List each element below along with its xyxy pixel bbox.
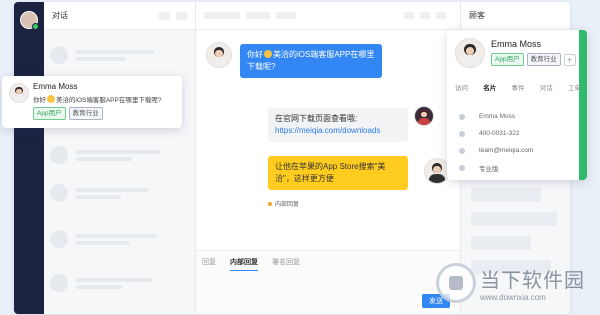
customer-avatar bbox=[455, 38, 485, 68]
list-item[interactable] bbox=[50, 270, 188, 296]
watermark: 当下软件园 www.downxia.com bbox=[436, 258, 596, 308]
smile-emoji-icon bbox=[264, 50, 272, 58]
phone-icon bbox=[457, 129, 467, 139]
field-name: Emma Moss bbox=[457, 108, 577, 125]
smile-emoji-icon bbox=[47, 95, 55, 103]
customer-panel-title: 顾客 bbox=[469, 11, 485, 20]
customer-avatar bbox=[206, 42, 232, 68]
avatar bbox=[50, 146, 68, 164]
left-nav-rail bbox=[14, 2, 44, 314]
tab-internal-reply[interactable]: 内部回复 bbox=[230, 257, 258, 271]
list-item[interactable] bbox=[50, 180, 188, 206]
internal-note-label: 内部回复 bbox=[268, 199, 299, 208]
agent-avatar[interactable] bbox=[20, 11, 39, 30]
chat-header bbox=[196, 2, 460, 30]
field-phone: 400-0031-322 bbox=[457, 125, 577, 142]
tag-icon bbox=[457, 163, 467, 173]
tag-app-user: App用户 bbox=[33, 107, 66, 120]
field-plan: 专业版 bbox=[457, 159, 577, 176]
list-item[interactable] bbox=[50, 142, 188, 168]
message-text: 在官网下载页面查看哦: bbox=[275, 114, 358, 123]
avatar bbox=[50, 184, 68, 202]
customer-name: Emma Moss bbox=[33, 82, 78, 91]
customer-name: Emma Moss bbox=[491, 39, 542, 49]
tag-app-user[interactable]: App用户 bbox=[491, 53, 524, 66]
more-icon[interactable] bbox=[176, 11, 187, 20]
incoming-message: 你好 美洽的iOS端客服APP在哪里下载呢? bbox=[240, 44, 382, 78]
customer-tags: App用户 教育行业 bbox=[33, 107, 106, 120]
tab-tickets[interactable]: 工单 bbox=[568, 82, 581, 92]
customer-tags: App用户 教育行业 + bbox=[491, 53, 576, 66]
conversation-list-title: 对话 bbox=[52, 11, 68, 20]
tab-visits[interactable]: 访问 bbox=[455, 82, 468, 92]
add-tag-button[interactable]: + bbox=[563, 53, 576, 66]
customer-profile-card: Emma Moss App用户 教育行业 + 访问 名片 事件 对话 工单 Em… bbox=[447, 30, 587, 180]
avatar bbox=[50, 274, 68, 292]
conversation-list-header: 对话 bbox=[44, 2, 195, 30]
avatar bbox=[50, 46, 68, 64]
mail-icon bbox=[457, 146, 467, 156]
outgoing-message: 在官网下载页面查看哦: https://meiqia.com/downloads bbox=[268, 108, 408, 142]
download-link[interactable]: https://meiqia.com/downloads bbox=[275, 125, 401, 137]
tab-card[interactable]: 名片 bbox=[483, 82, 496, 92]
conversation-list: 对话 bbox=[44, 2, 196, 314]
field-email: team@meiqia.com bbox=[457, 142, 577, 159]
profile-tabs: 访问 名片 事件 对话 工单 bbox=[455, 82, 581, 92]
list-item[interactable] bbox=[50, 226, 188, 252]
compose-area[interactable]: 回复 内部回复 署名回复 发送 bbox=[196, 250, 460, 314]
filter-icon[interactable] bbox=[159, 11, 170, 20]
avatar bbox=[50, 230, 68, 248]
tab-conversations[interactable]: 对话 bbox=[540, 82, 553, 92]
profile-fields: Emma Moss 400-0031-322 team@meiqia.com 专… bbox=[457, 108, 577, 176]
watermark-url: www.downxia.com bbox=[480, 293, 546, 302]
tab-events[interactable]: 事件 bbox=[512, 82, 525, 92]
tab-signed-reply[interactable]: 署名回复 bbox=[272, 257, 300, 271]
reply-tabs: 回复 内部回复 署名回复 bbox=[202, 257, 314, 271]
tab-reply[interactable]: 回复 bbox=[202, 257, 216, 271]
agent-avatar bbox=[414, 106, 434, 126]
chat-panel: 你好 美洽的iOS端客服APP在哪里下载呢? 在官网下载页面查看哦: https:… bbox=[196, 2, 460, 314]
tag-education[interactable]: 教育行业 bbox=[526, 53, 561, 66]
watermark-title: 当下软件园 bbox=[480, 268, 585, 292]
new-message-card[interactable]: Emma Moss 你好 美洽的iOS端客服APP在哪里下载呢? App用户 教育… bbox=[2, 76, 182, 128]
message-text: 你好 bbox=[247, 50, 263, 59]
note-dot-icon bbox=[268, 201, 272, 206]
user-icon bbox=[457, 112, 467, 122]
customer-avatar bbox=[9, 83, 29, 103]
card-accent bbox=[579, 30, 587, 180]
internal-note-message: 让他在苹果的App Store搜索"美洽"，这样更方便 bbox=[268, 156, 408, 190]
online-status-icon bbox=[32, 23, 39, 30]
tag-education: 教育行业 bbox=[68, 107, 103, 120]
customer-panel-header: 顾客 bbox=[461, 2, 570, 30]
watermark-logo-icon bbox=[436, 263, 476, 303]
message-text: 让他在苹果的App Store搜索"美洽"，这样更方便 bbox=[275, 162, 386, 183]
list-item[interactable] bbox=[50, 42, 188, 68]
message-preview: 你好 美洽的iOS端客服APP在哪里下载呢? bbox=[33, 95, 162, 104]
